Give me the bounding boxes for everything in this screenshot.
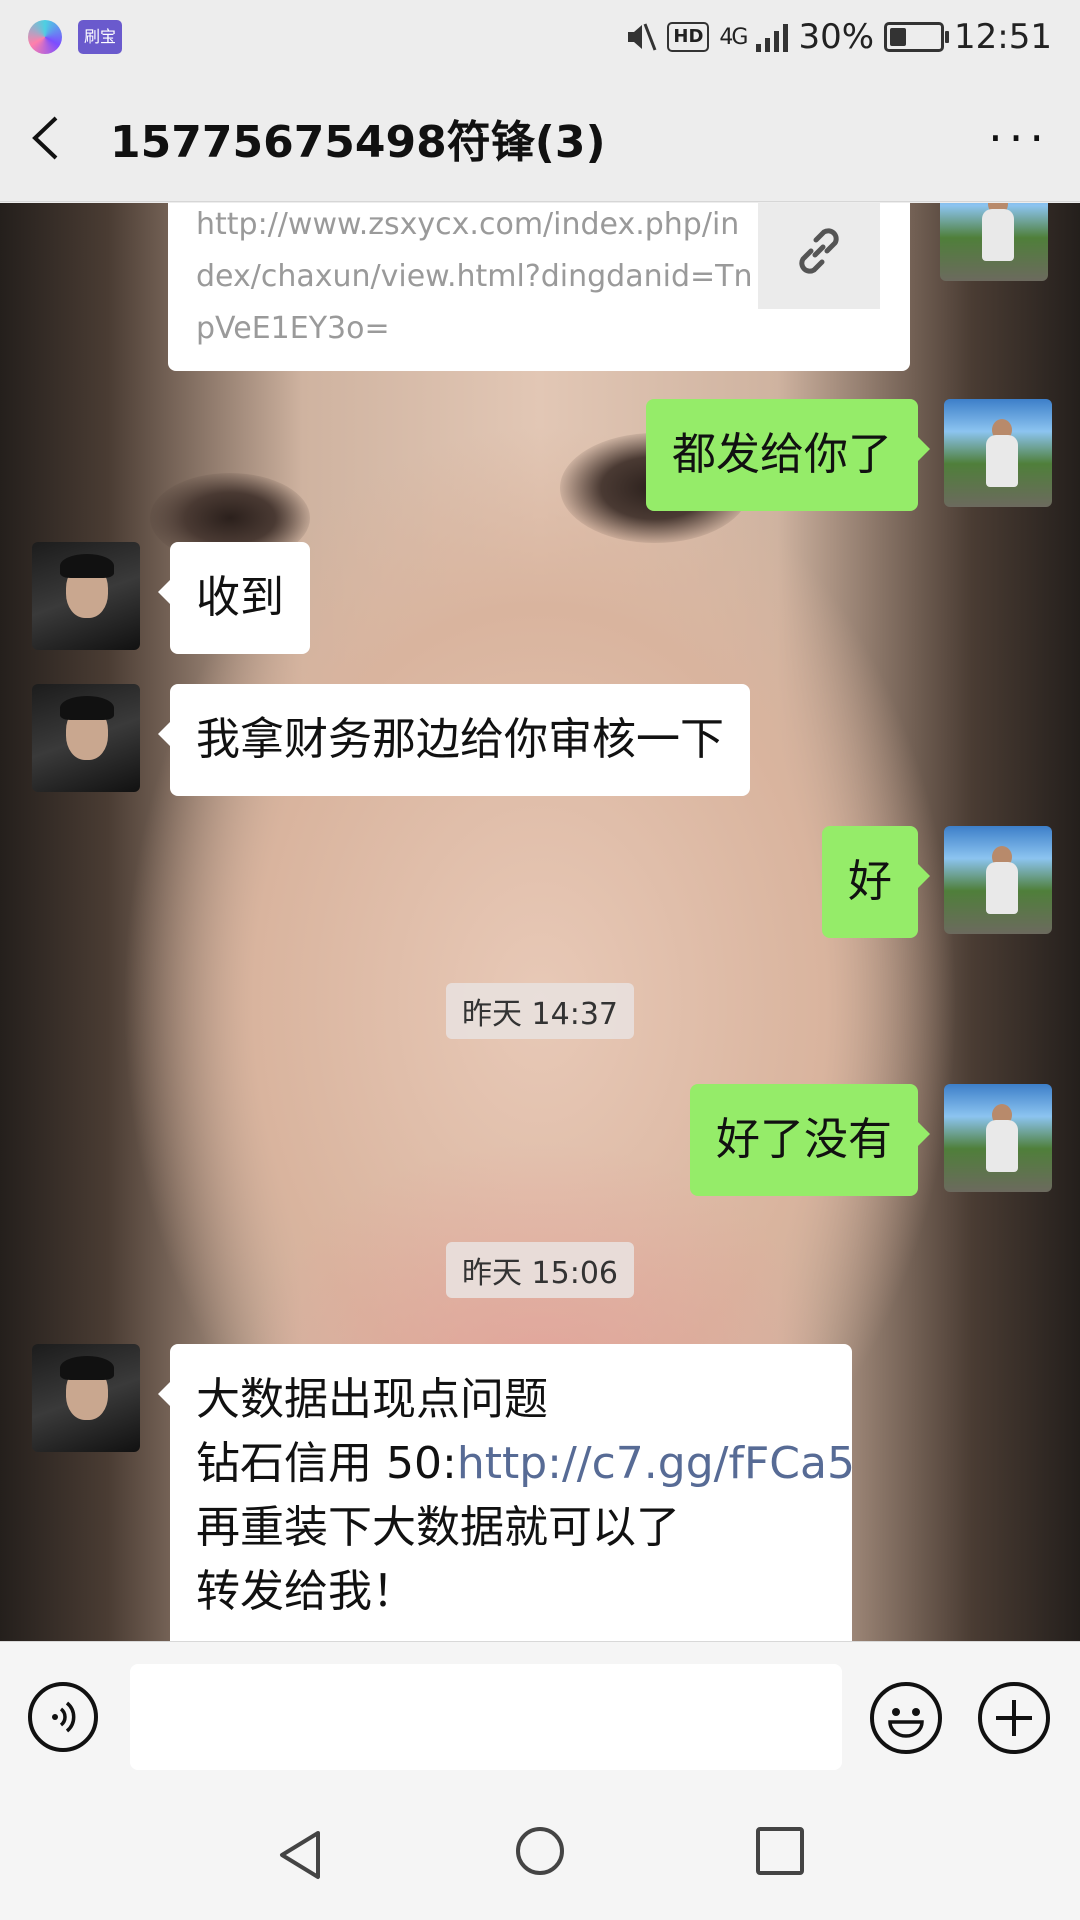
shuabao-app-icon: 刷宝	[78, 20, 123, 54]
my-avatar[interactable]	[940, 203, 1048, 281]
more-button[interactable]: ···	[988, 111, 1050, 165]
mute-icon	[628, 23, 657, 51]
hd-badge: HD	[667, 22, 710, 52]
contact-message-bubble[interactable]: 我拿财务那边给你审核一下	[158, 684, 750, 796]
message-input[interactable]	[130, 1664, 842, 1770]
plus-icon	[996, 1700, 1032, 1736]
message-line: 大数据出现点问题	[196, 1374, 548, 1425]
message-row: 都发给你了	[646, 399, 1052, 511]
timestamp: 昨天 14:37	[446, 983, 634, 1039]
contact-avatar[interactable]	[32, 1344, 140, 1452]
my-avatar[interactable]	[944, 826, 1052, 934]
timestamp: 昨天 15:06	[446, 1242, 634, 1298]
battery-percent: 30%	[798, 17, 875, 57]
contact-message-bubble[interactable]: 收到	[158, 542, 310, 654]
battery-icon	[884, 22, 950, 52]
voice-button[interactable]	[28, 1682, 98, 1752]
emoji-button[interactable]	[870, 1682, 942, 1754]
contact-avatar[interactable]	[32, 684, 140, 792]
system-nav-bar	[0, 1791, 1080, 1920]
my-avatar[interactable]	[944, 399, 1052, 507]
square-recent-icon[interactable]	[756, 1827, 804, 1875]
chat-header: 15775675498符锋(3) ···	[0, 74, 1080, 202]
back-button[interactable]	[30, 116, 70, 159]
plus-button[interactable]	[978, 1682, 1050, 1754]
voice-icon	[52, 1701, 76, 1733]
message-line: 转发给我！	[196, 1566, 416, 1617]
status-bar: 刷宝 HD 4G 30% 12:51	[0, 0, 1080, 74]
chevron-left-icon	[32, 116, 58, 159]
my-avatar[interactable]	[944, 1084, 1052, 1192]
message-row: 收到	[32, 542, 310, 654]
link-icon	[799, 228, 839, 274]
app-notification-icon	[28, 20, 62, 54]
link-card[interactable]: http://www.zsxycx.com/index.php/index/ch…	[168, 203, 910, 371]
circle-home-icon[interactable]	[516, 1827, 564, 1875]
my-message-bubble[interactable]: 好了没有	[690, 1084, 930, 1196]
my-message-bubble[interactable]: 都发给你了	[646, 399, 930, 511]
message-line: 钻石信用 50:http://c7.gg/fFCa5	[196, 1438, 855, 1489]
message-row: 好	[822, 826, 1052, 938]
input-bar	[0, 1641, 1080, 1792]
chat-title: 15775675498符锋(3)	[110, 116, 606, 168]
message-link[interactable]: http://c7.gg/fFCa5	[457, 1438, 855, 1489]
message-row: 好了没有	[690, 1084, 1052, 1196]
triangle-back-icon[interactable]	[276, 1829, 324, 1881]
clock: 12:51	[954, 17, 1052, 57]
chat-area[interactable]: http://www.zsxycx.com/index.php/index/ch…	[0, 203, 1080, 1641]
contact-message-bubble[interactable]: 大数据出现点问题 钻石信用 50:http://c7.gg/fFCa5 再重装下…	[158, 1344, 855, 1641]
network-type: 4G	[719, 24, 748, 50]
emoji-icon	[888, 1708, 924, 1738]
message-line: 再重装下大数据就可以了	[196, 1502, 680, 1553]
message-row: 大数据出现点问题 钻石信用 50:http://c7.gg/fFCa5 再重装下…	[32, 1344, 855, 1641]
message-row: 我拿财务那边给你审核一下	[32, 684, 750, 796]
contact-avatar[interactable]	[32, 542, 140, 650]
link-card-url: http://www.zsxycx.com/index.php/index/ch…	[196, 207, 753, 346]
my-message-bubble[interactable]: 好	[822, 826, 930, 938]
signal-icon	[756, 24, 789, 52]
link-card-thumbnail	[758, 203, 880, 309]
